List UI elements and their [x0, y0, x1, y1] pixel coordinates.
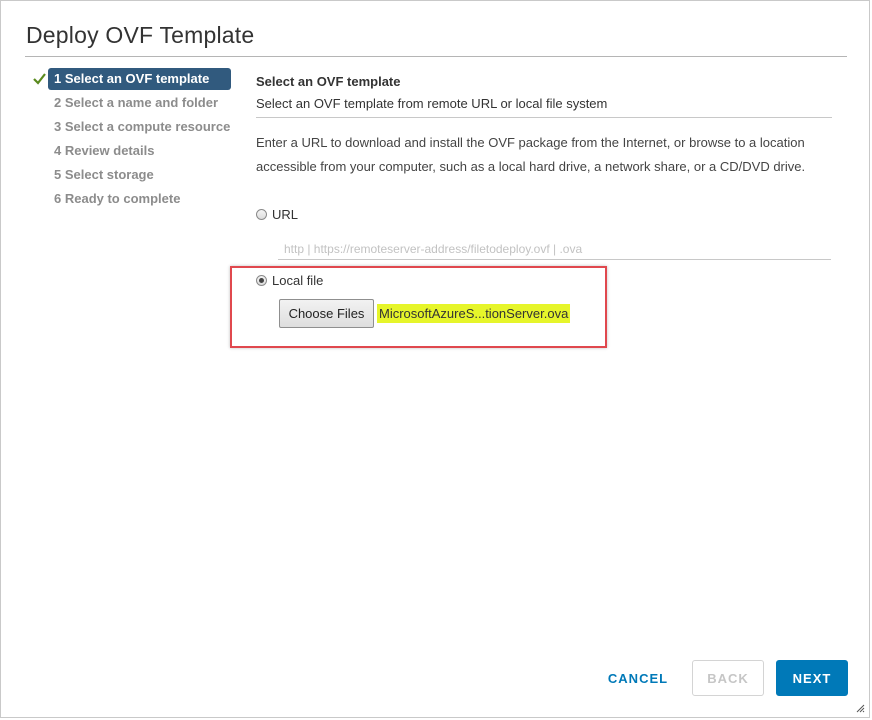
step-label: 6 Ready to complete [54, 191, 181, 206]
section-divider [256, 117, 832, 118]
url-radio-option[interactable]: URL [256, 207, 298, 222]
step-select-storage[interactable]: 5 Select storage [31, 163, 241, 187]
dialog-title: Deploy OVF Template [26, 22, 255, 48]
url-input[interactable] [278, 238, 831, 260]
step-review-details[interactable]: 4 Review details [31, 139, 241, 163]
step-label: 3 Select a compute resource [54, 119, 231, 134]
checkmark-icon [33, 73, 46, 85]
step-select-ovf-template[interactable]: 1 Select an OVF template [31, 67, 241, 91]
cancel-button[interactable]: CANCEL [599, 660, 677, 696]
resize-grip-icon[interactable] [856, 704, 865, 713]
section-title: Select an OVF template [256, 74, 401, 89]
back-button[interactable]: BACK [692, 660, 764, 696]
next-button[interactable]: NEXT [776, 660, 848, 696]
step-select-name-folder[interactable]: 2 Select a name and folder [31, 91, 241, 115]
step-select-compute-resource[interactable]: 3 Select a compute resource [31, 115, 241, 139]
url-radio-button[interactable] [256, 209, 267, 220]
deploy-ovf-dialog: Deploy OVF Template 1 Select an OVF temp… [0, 0, 870, 718]
step-label: 1 Select an OVF template [48, 68, 231, 90]
instructions-text: Enter a URL to download and install the … [256, 135, 806, 174]
step-label: 2 Select a name and folder [54, 95, 219, 110]
selected-file-name: MicrosoftAzureS...tionServer.ova [377, 304, 571, 323]
step-label: 4 Review details [54, 143, 155, 158]
title-divider [25, 56, 847, 57]
wizard-steps: 1 Select an OVF template 2 Select a name… [31, 67, 241, 211]
choose-files-button[interactable]: Choose Files [279, 299, 374, 328]
step-label: 5 Select storage [54, 167, 154, 182]
url-radio-label: URL [272, 207, 299, 222]
step-ready-to-complete[interactable]: 6 Ready to complete [31, 187, 241, 211]
section-subtitle: Select an OVF template from remote URL o… [256, 96, 608, 111]
